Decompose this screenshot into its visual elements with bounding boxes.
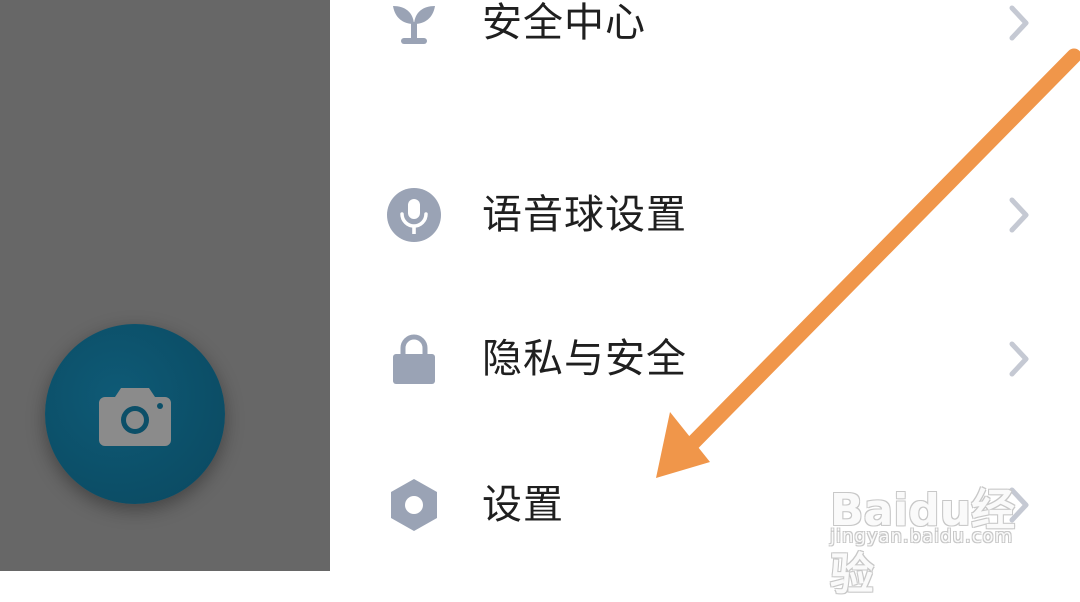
menu-item-label: 设置: [482, 482, 564, 528]
chevron-right-icon: [1009, 197, 1029, 233]
camera-fab-button[interactable]: [45, 324, 225, 504]
menu-item-label: 语音球设置: [482, 192, 687, 238]
watermark-url: jingyan.baidu.com: [830, 526, 1014, 547]
menu-item-label: 隐私与安全: [482, 336, 687, 382]
chevron-right-icon: [1009, 341, 1029, 377]
chevron-right-icon: [1009, 5, 1029, 41]
camera-icon: [99, 388, 171, 446]
baidu-jingyan-watermark: Baidu经验 jingyan.baidu.com: [830, 452, 1050, 600]
menu-item-voice-ball-settings[interactable]: 语音球设置: [330, 170, 1080, 260]
microphone-icon: [387, 188, 441, 242]
menu-item-privacy-security[interactable]: 隐私与安全: [330, 314, 1080, 404]
sprout-icon: [393, 6, 435, 44]
lock-icon: [393, 334, 435, 384]
menu-item-security-center[interactable]: 安全中心: [330, 0, 1080, 68]
menu-item-label: 安全中心: [482, 0, 646, 46]
hexagon-settings-icon: [391, 479, 437, 531]
